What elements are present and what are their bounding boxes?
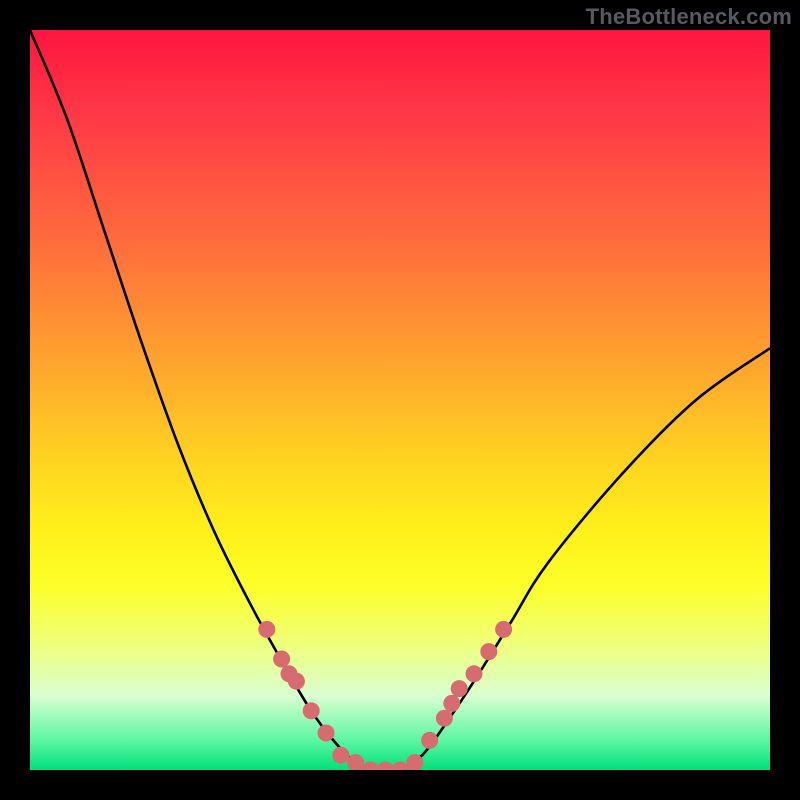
- marker-dot: [377, 762, 394, 771]
- marker-dot: [288, 673, 305, 690]
- marker-dot: [303, 702, 320, 719]
- marker-dot: [362, 762, 379, 771]
- marker-dot: [466, 665, 483, 682]
- marker-dot: [273, 651, 290, 668]
- marker-dot: [258, 621, 275, 638]
- highlighted-markers: [258, 621, 512, 770]
- marker-dot: [421, 732, 438, 749]
- marker-dot: [318, 725, 335, 742]
- marker-dot: [436, 710, 453, 727]
- marker-dot: [495, 621, 512, 638]
- marker-dot: [443, 695, 460, 712]
- marker-dot: [392, 762, 409, 771]
- chart-frame: TheBottleneck.com: [0, 0, 800, 800]
- marker-dot: [480, 643, 497, 660]
- chart-svg: [30, 30, 770, 770]
- marker-dot: [332, 747, 349, 764]
- plot-area: [30, 30, 770, 770]
- marker-dot: [451, 680, 468, 697]
- bottleneck-curve: [30, 30, 770, 770]
- watermark-label: TheBottleneck.com: [586, 4, 792, 30]
